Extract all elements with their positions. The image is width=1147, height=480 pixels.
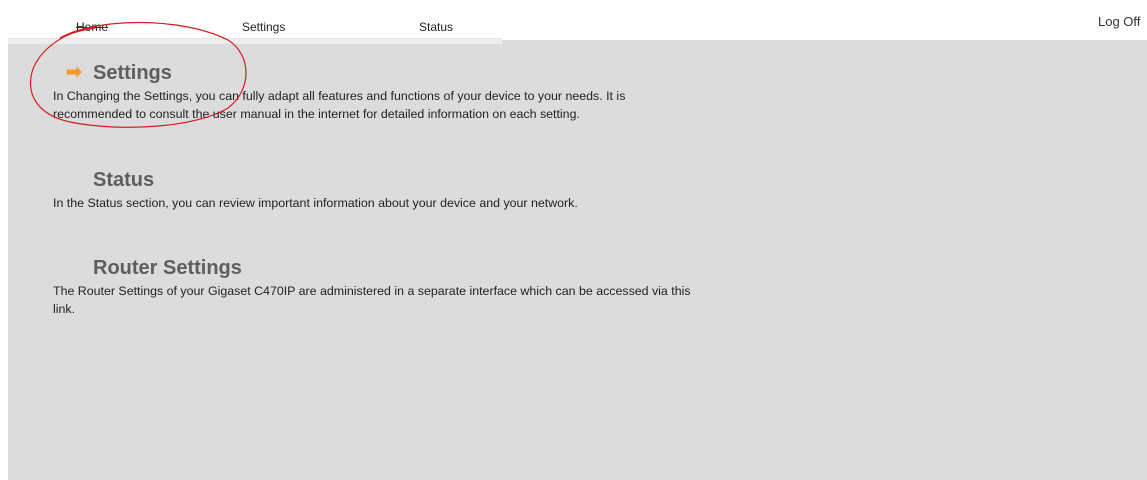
settings-section: ➡ Settings In Changing the Settings, you… [53,61,693,123]
router-settings-section: Router Settings The Router Settings of y… [53,256,693,318]
nav-settings-link[interactable]: Settings [242,20,285,34]
settings-section-title[interactable]: ➡ Settings [66,61,693,85]
nav-status-link[interactable]: Status [419,20,453,34]
router-settings-description: The Router Settings of your Gigaset C470… [53,284,691,316]
router-settings-title-text: Router Settings [93,257,242,279]
status-section-title[interactable]: Status [93,168,693,192]
top-navigation-bar: Home Settings Status Log Off [0,0,1147,38]
router-settings-section-title[interactable]: Router Settings [93,256,693,280]
status-description: In the Status section, you can review im… [53,196,578,210]
nav-home-link[interactable]: Home [76,20,108,34]
status-section: Status In the Status section, you can re… [53,168,693,212]
status-title-text: Status [93,169,155,191]
log-off-link[interactable]: Log Off [1098,14,1140,29]
nav-underline-strip [8,38,502,44]
settings-title-text: Settings [93,62,172,84]
arrow-right-icon: ➡ [66,62,82,83]
settings-description: In Changing the Settings, you can fully … [53,89,626,121]
